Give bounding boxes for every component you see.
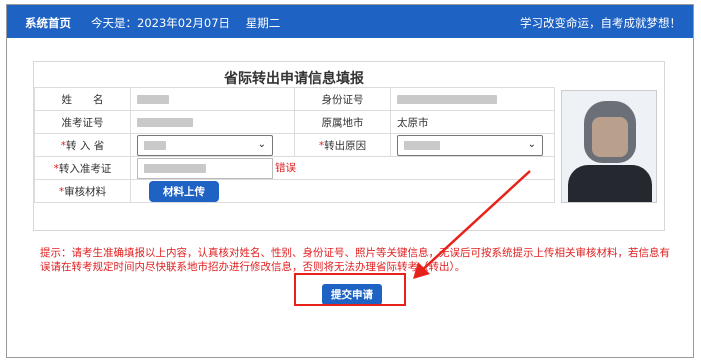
annotation-arrow-icon bbox=[413, 170, 531, 279]
arrow-shaft bbox=[419, 170, 531, 273]
